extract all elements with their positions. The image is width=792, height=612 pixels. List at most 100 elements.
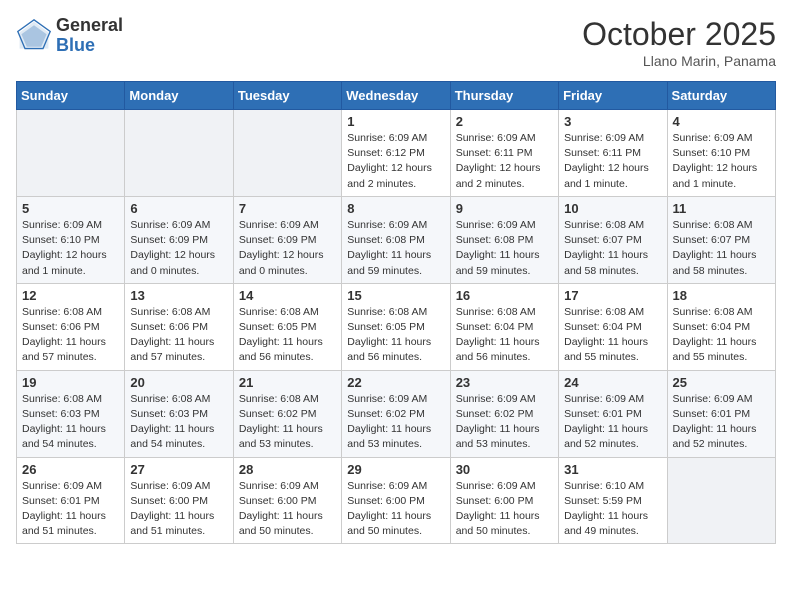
day-info: Sunrise: 6:09 AM Sunset: 6:11 PM Dayligh… [456,131,553,192]
calendar-cell: 10Sunrise: 6:08 AM Sunset: 6:07 PM Dayli… [559,196,667,283]
day-info: Sunrise: 6:09 AM Sunset: 6:00 PM Dayligh… [347,479,444,540]
day-number: 22 [347,375,444,390]
day-number: 30 [456,462,553,477]
calendar-cell: 12Sunrise: 6:08 AM Sunset: 6:06 PM Dayli… [17,283,125,370]
calendar-cell: 23 Sunrise: 6:09 AM Sunset: 6:02 PM Dayli… [450,370,558,457]
day-number: 29 [347,462,444,477]
weekday-header-row: SundayMondayTuesdayWednesdayThursdayFrid… [17,82,776,110]
day-info: Sunrise: 6:08 AM Sunset: 6:03 PM Dayligh… [22,392,119,453]
calendar-cell: 30 Sunrise: 6:09 AM Sunset: 6:00 PM Dayli… [450,457,558,544]
day-info: Sunrise: 6:09 AM Sunset: 6:00 PM Dayligh… [239,479,336,540]
day-number: 5 [22,201,119,216]
logo: General Blue [16,16,123,56]
calendar-cell: 18Sunrise: 6:08 AM Sunset: 6:04 PM Dayli… [667,283,775,370]
calendar-cell: 24 Sunrise: 6:09 AM Sunset: 6:01 PM Dayli… [559,370,667,457]
calendar-cell: 1 Sunrise: 6:09 AM Sunset: 6:12 PM Daylig… [342,110,450,197]
day-number: 12 [22,288,119,303]
week-row-2: 5 Sunrise: 6:09 AM Sunset: 6:10 PM Daylig… [17,196,776,283]
day-info: Sunrise: 6:08 AM Sunset: 6:05 PM Dayligh… [347,305,444,366]
calendar-cell: 4Sunrise: 6:09 AM Sunset: 6:10 PM Daylig… [667,110,775,197]
calendar-cell: 16Sunrise: 6:08 AM Sunset: 6:04 PM Dayli… [450,283,558,370]
calendar-cell: 15 Sunrise: 6:08 AM Sunset: 6:05 PM Dayli… [342,283,450,370]
calendar-cell: 7 Sunrise: 6:09 AM Sunset: 6:09 PM Daylig… [233,196,341,283]
calendar-cell: 19Sunrise: 6:08 AM Sunset: 6:03 PM Dayli… [17,370,125,457]
day-info: Sunrise: 6:09 AM Sunset: 6:10 PM Dayligh… [22,218,119,279]
day-info: Sunrise: 6:09 AM Sunset: 6:09 PM Dayligh… [239,218,336,279]
weekday-header-saturday: Saturday [667,82,775,110]
day-info: Sunrise: 6:09 AM Sunset: 6:08 PM Dayligh… [347,218,444,279]
calendar-cell [667,457,775,544]
day-info: Sunrise: 6:09 AM Sunset: 6:01 PM Dayligh… [564,392,661,453]
week-row-3: 12 Sunrise: 6:08 AM Sunset: 6:06 PM Dayli… [17,283,776,370]
week-row-4: 19Sunrise: 6:08 AM Sunset: 6:03 PM Dayli… [17,370,776,457]
day-number: 23 [456,375,553,390]
day-number: 7 [239,201,336,216]
day-number: 6 [130,201,227,216]
day-info: Sunrise: 6:09 AM Sunset: 6:11 PM Dayligh… [564,131,661,192]
day-number: 3 [564,114,661,129]
calendar-cell: 26Sunrise: 6:09 AM Sunset: 6:01 PM Dayli… [17,457,125,544]
calendar-cell: 9 Sunrise: 6:09 AM Sunset: 6:08 PM Daylig… [450,196,558,283]
day-info: Sunrise: 6:08 AM Sunset: 6:04 PM Dayligh… [673,305,770,366]
calendar-table: SundayMondayTuesdayWednesdayThursdayFrid… [16,81,776,544]
day-info: Sunrise: 6:08 AM Sunset: 6:07 PM Dayligh… [673,218,770,279]
calendar-cell: 17 Sunrise: 6:08 AM Sunset: 6:04 PM Dayli… [559,283,667,370]
day-number: 24 [564,375,661,390]
day-info: Sunrise: 6:09 AM Sunset: 6:12 PM Dayligh… [347,131,444,192]
day-info: Sunrise: 6:08 AM Sunset: 6:06 PM Dayligh… [130,305,227,366]
day-number: 15 [347,288,444,303]
logo-text: General Blue [56,16,123,56]
calendar-cell [17,110,125,197]
day-info: Sunrise: 6:09 AM Sunset: 6:02 PM Dayligh… [456,392,553,453]
weekday-header-thursday: Thursday [450,82,558,110]
day-number: 1 [347,114,444,129]
weekday-header-sunday: Sunday [17,82,125,110]
weekday-header-friday: Friday [559,82,667,110]
calendar-cell: 29 Sunrise: 6:09 AM Sunset: 6:00 PM Dayli… [342,457,450,544]
calendar-cell: 25 Sunrise: 6:09 AM Sunset: 6:01 PM Dayli… [667,370,775,457]
day-number: 25 [673,375,770,390]
day-number: 31 [564,462,661,477]
day-number: 16 [456,288,553,303]
weekday-header-tuesday: Tuesday [233,82,341,110]
calendar-cell [233,110,341,197]
calendar-cell: 11 Sunrise: 6:08 AM Sunset: 6:07 PM Dayli… [667,196,775,283]
day-info: Sunrise: 6:09 AM Sunset: 6:08 PM Dayligh… [456,218,553,279]
calendar-cell: 22 Sunrise: 6:09 AM Sunset: 6:02 PM Dayli… [342,370,450,457]
location: Llano Marin, Panama [582,53,776,69]
day-number: 27 [130,462,227,477]
day-number: 11 [673,201,770,216]
calendar-cell: 8 Sunrise: 6:09 AM Sunset: 6:08 PM Daylig… [342,196,450,283]
day-info: Sunrise: 6:08 AM Sunset: 6:02 PM Dayligh… [239,392,336,453]
day-info: Sunrise: 6:09 AM Sunset: 6:01 PM Dayligh… [673,392,770,453]
calendar-cell: 31 Sunrise: 6:10 AM Sunset: 5:59 PM Dayli… [559,457,667,544]
day-info: Sunrise: 6:09 AM Sunset: 6:01 PM Dayligh… [22,479,119,540]
calendar-cell: 5 Sunrise: 6:09 AM Sunset: 6:10 PM Daylig… [17,196,125,283]
day-info: Sunrise: 6:08 AM Sunset: 6:07 PM Dayligh… [564,218,661,279]
logo-icon [16,18,52,54]
calendar-cell: 14 Sunrise: 6:08 AM Sunset: 6:05 PM Dayli… [233,283,341,370]
calendar-cell: 13 Sunrise: 6:08 AM Sunset: 6:06 PM Dayli… [125,283,233,370]
calendar-cell: 27Sunrise: 6:09 AM Sunset: 6:00 PM Dayli… [125,457,233,544]
day-info: Sunrise: 6:09 AM Sunset: 6:02 PM Dayligh… [347,392,444,453]
day-info: Sunrise: 6:08 AM Sunset: 6:05 PM Dayligh… [239,305,336,366]
calendar-cell: 3 Sunrise: 6:09 AM Sunset: 6:11 PM Daylig… [559,110,667,197]
weekday-header-wednesday: Wednesday [342,82,450,110]
day-number: 13 [130,288,227,303]
day-info: Sunrise: 6:08 AM Sunset: 6:03 PM Dayligh… [130,392,227,453]
day-info: Sunrise: 6:08 AM Sunset: 6:04 PM Dayligh… [564,305,661,366]
calendar-cell: 20 Sunrise: 6:08 AM Sunset: 6:03 PM Dayli… [125,370,233,457]
day-number: 2 [456,114,553,129]
day-info: Sunrise: 6:09 AM Sunset: 6:00 PM Dayligh… [456,479,553,540]
day-info: Sunrise: 6:09 AM Sunset: 6:10 PM Dayligh… [673,131,770,192]
day-number: 20 [130,375,227,390]
day-number: 14 [239,288,336,303]
day-number: 17 [564,288,661,303]
calendar-cell: 21Sunrise: 6:08 AM Sunset: 6:02 PM Dayli… [233,370,341,457]
week-row-5: 26Sunrise: 6:09 AM Sunset: 6:01 PM Dayli… [17,457,776,544]
title-block: October 2025 Llano Marin, Panama [582,16,776,69]
day-number: 9 [456,201,553,216]
week-row-1: 1 Sunrise: 6:09 AM Sunset: 6:12 PM Daylig… [17,110,776,197]
day-number: 8 [347,201,444,216]
day-info: Sunrise: 6:10 AM Sunset: 5:59 PM Dayligh… [564,479,661,540]
